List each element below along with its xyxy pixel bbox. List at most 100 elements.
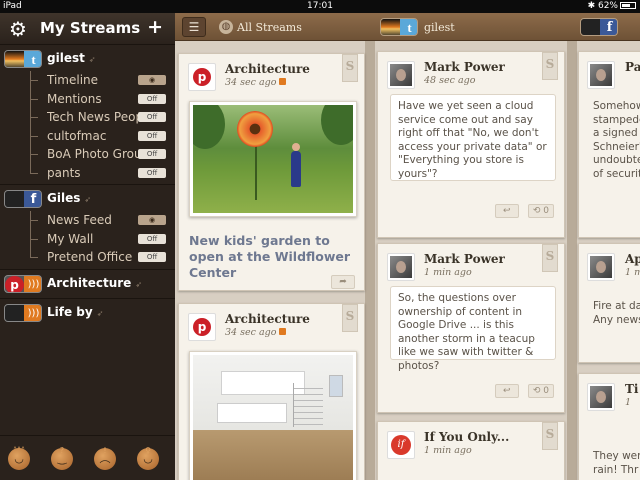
facebook-icon: f bbox=[24, 191, 41, 207]
account-avatar: p ))) bbox=[4, 274, 42, 293]
off-toggle[interactable]: Off bbox=[138, 112, 166, 122]
avatar bbox=[390, 256, 412, 278]
user-avatar bbox=[587, 253, 615, 281]
column-header-giles[interactable]: f bbox=[580, 13, 640, 41]
gear-icon[interactable]: ⚙ bbox=[7, 18, 29, 40]
sad-face-icon[interactable]: ! ︵ bbox=[94, 446, 116, 470]
retweet-count: 0 bbox=[543, 386, 549, 396]
timestamp: 34 sec ago bbox=[225, 327, 277, 338]
post-line: Somehow bbox=[593, 100, 640, 112]
question-face-icon[interactable]: ? ‿ bbox=[51, 446, 73, 470]
feed-item-pants[interactable]: pants Off bbox=[0, 163, 175, 183]
column-header-all-streams[interactable]: ◍ All Streams bbox=[219, 13, 369, 41]
feed-item-cultofmac[interactable]: cultofmac Off bbox=[0, 126, 175, 145]
account-architecture[interactable]: p ))) Architecture ➶ bbox=[0, 272, 175, 296]
add-stream-button[interactable]: + bbox=[147, 16, 163, 38]
facebook-post-card[interactable]: Pa Somehow stampede a signed Schneier' u… bbox=[578, 51, 640, 238]
card-author: Pa bbox=[625, 60, 640, 74]
bookmark-icon[interactable]: S bbox=[542, 244, 558, 272]
account-giles[interactable]: f Giles ➶ bbox=[0, 187, 175, 211]
account-life-by[interactable]: ))) Life by ➶ bbox=[0, 301, 175, 325]
column-header-gilest[interactable]: t gilest bbox=[380, 13, 530, 41]
share-icon[interactable]: ➦ bbox=[331, 275, 355, 289]
idea-face-icon[interactable]: ♀ ◡ bbox=[137, 446, 159, 470]
reply-icon[interactable]: ↩ bbox=[494, 204, 519, 218]
card-time: 34 sec ago bbox=[225, 77, 287, 88]
post-line: of securit bbox=[593, 167, 640, 180]
feed-item-timeline[interactable]: Timeline ◉ bbox=[0, 71, 175, 90]
post-line: rain! Thr bbox=[593, 463, 639, 476]
happy-face-icon[interactable]: ˄˄˄ ◡ bbox=[8, 446, 30, 470]
feed-label: Mentions bbox=[47, 91, 102, 106]
off-toggle[interactable]: Off bbox=[138, 130, 166, 141]
expand-arrow-icon: ➶ bbox=[88, 55, 96, 64]
avatar bbox=[390, 64, 412, 86]
reply-icon[interactable]: ↩ bbox=[494, 384, 519, 398]
tweet-card[interactable]: Mark Power 48 sec ago S Have we yet seen… bbox=[377, 51, 565, 238]
off-toggle[interactable]: Off bbox=[138, 252, 166, 262]
feed-item-tech-news[interactable]: Tech News PeopleOff bbox=[0, 108, 175, 127]
menu-icon[interactable]: ☰ bbox=[182, 17, 206, 37]
facebook-post-card[interactable]: Ap 1 m Fire at da Any news bbox=[578, 243, 640, 363]
card-time: 1 min ago bbox=[424, 445, 472, 456]
stream-card-architecture[interactable]: p Architecture 34 sec ago S bbox=[178, 303, 365, 480]
avatar bbox=[5, 51, 24, 67]
feed-item-boa-photo[interactable]: BoA Photo Group Off bbox=[0, 145, 175, 164]
globe-icon: ◍ bbox=[219, 20, 233, 34]
battery-status: ✱ 62% bbox=[588, 1, 636, 11]
card-photo[interactable] bbox=[189, 101, 357, 217]
rss-icon bbox=[279, 328, 287, 335]
room-image bbox=[193, 355, 353, 480]
feed-label: Tech News People bbox=[47, 110, 139, 124]
post-line: a signed bbox=[593, 127, 638, 139]
retweet-button[interactable]: ⟲ 0 bbox=[527, 204, 554, 218]
stream-card-architecture[interactable]: p Architecture 34 sec ago S New kids' ga… bbox=[178, 53, 365, 291]
eye-toggle[interactable]: ◉ bbox=[138, 215, 166, 225]
bookmark-icon[interactable]: S bbox=[542, 52, 558, 80]
tweet-card[interactable]: Mark Power 1 min ago S So, the questions… bbox=[377, 243, 565, 413]
divider bbox=[0, 184, 175, 185]
card-title: If You Only... bbox=[424, 430, 510, 444]
status-bar: iPad 17:01 ✱ 62% bbox=[0, 0, 640, 13]
card-author: Ap bbox=[625, 252, 640, 266]
tweet-actions: ↩ ⟲ 0 bbox=[491, 204, 554, 218]
account-name: Architecture bbox=[47, 275, 132, 290]
post-line: stampede bbox=[593, 113, 640, 126]
card-icon: p bbox=[188, 313, 216, 341]
bookmark-icon[interactable]: S bbox=[342, 304, 358, 332]
avatar bbox=[590, 386, 612, 408]
tweet-text: So, the questions over ownership of cont… bbox=[390, 286, 556, 372]
sidebar: ⚙ My Streams + t gilest ➶ Timeline ◉ Menti… bbox=[0, 13, 175, 480]
retweet-count: 0 bbox=[543, 206, 549, 216]
feed-item-news-feed[interactable]: News Feed ◉ bbox=[0, 211, 175, 230]
stream-card-if-you-only[interactable]: if If You Only... 1 min ago S bbox=[377, 421, 565, 480]
off-toggle[interactable]: Off bbox=[138, 233, 166, 244]
card-caption[interactable]: New kids' garden to open at the Wildflow… bbox=[189, 233, 361, 281]
bookmark-icon[interactable]: S bbox=[342, 54, 358, 82]
feed-label: cultofmac bbox=[47, 128, 107, 143]
bookmark-icon[interactable]: S bbox=[542, 422, 558, 450]
card-time: 34 sec ago bbox=[225, 327, 287, 338]
facebook-icon: f bbox=[600, 19, 617, 35]
off-toggle[interactable]: Off bbox=[138, 167, 166, 178]
facebook-post-card[interactable]: Ti 1 They wer rain! Thr bbox=[578, 373, 640, 480]
feed-item-mentions[interactable]: Mentions Off bbox=[0, 89, 175, 108]
post-line: They wer bbox=[593, 450, 640, 462]
account-avatar: ))) bbox=[4, 303, 42, 322]
eye-toggle[interactable]: ◉ bbox=[138, 75, 166, 85]
feed-item-my-wall[interactable]: My Wall Off bbox=[0, 229, 175, 248]
stream-header: ☰ ◍ All Streams t gilest f bbox=[175, 13, 640, 41]
off-toggle[interactable]: Off bbox=[138, 149, 166, 159]
card-icon: if bbox=[387, 431, 415, 459]
post-line: Fire at da bbox=[593, 300, 640, 312]
stream-area: ☰ ◍ All Streams t gilest f p Architectur… bbox=[175, 13, 640, 480]
off-toggle[interactable]: Off bbox=[138, 93, 166, 104]
feed-item-pretend-office[interactable]: Pretend Office Off bbox=[0, 248, 175, 267]
post-line: undoubte bbox=[593, 154, 640, 166]
account-avatar: t bbox=[4, 50, 42, 68]
card-photo[interactable] bbox=[189, 351, 357, 480]
user-avatar bbox=[587, 383, 615, 411]
account-gilest[interactable]: t gilest ➶ bbox=[0, 47, 175, 71]
retweet-button[interactable]: ⟲ 0 bbox=[527, 384, 554, 398]
card-author: Mark Power bbox=[424, 252, 505, 266]
